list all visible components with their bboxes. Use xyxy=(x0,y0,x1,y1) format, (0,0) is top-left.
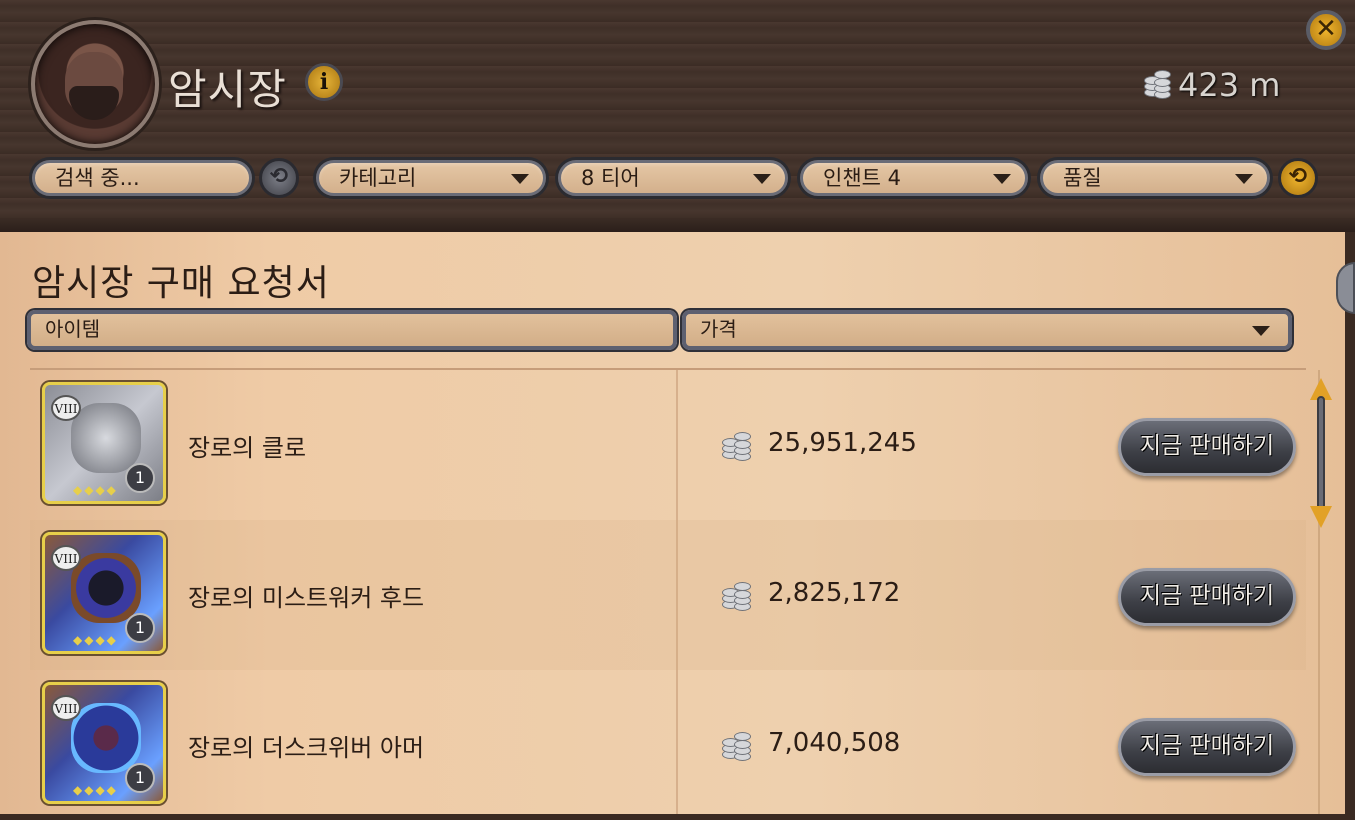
quantity-badge: 1 xyxy=(125,463,155,493)
quantity-badge: 1 xyxy=(125,763,155,793)
sort-down-icon xyxy=(1252,326,1270,336)
item-name: 장로의 더스크위버 아머 xyxy=(188,734,425,762)
claw-icon xyxy=(71,403,141,473)
silver-coins-icon xyxy=(722,578,752,612)
tier-dropdown[interactable]: 8 티어 xyxy=(558,160,788,196)
column-header-item[interactable]: 아이템 xyxy=(27,310,677,350)
currency-amount: 423 m xyxy=(1178,66,1281,104)
list-item: VIII ◆◆◆◆ 1 장로의 클로 25,951,245 지금 판매하기 xyxy=(30,370,1306,520)
chevron-down-icon xyxy=(511,174,529,184)
category-dropdown[interactable]: 카테고리 xyxy=(316,160,546,196)
item-slot[interactable]: VIII ◆◆◆◆ 1 xyxy=(42,682,166,804)
enchant-dropdown[interactable]: 인챈트 4 xyxy=(800,160,1028,196)
quantity-badge: 1 xyxy=(125,613,155,643)
close-icon[interactable]: ✕ xyxy=(1306,10,1346,50)
column-header-price-label: 가격 xyxy=(700,317,737,341)
item-slot[interactable]: VIII ◆◆◆◆ 1 xyxy=(42,532,166,654)
sell-now-button[interactable]: 지금 판매하기 xyxy=(1118,568,1296,626)
tier-badge: VIII xyxy=(51,395,81,421)
enchant-gems-icon: ◆◆◆◆ xyxy=(73,783,118,797)
chevron-down-icon xyxy=(753,174,771,184)
scroll-down-icon[interactable] xyxy=(1310,506,1332,528)
merchant-avatar xyxy=(31,20,159,148)
chevron-down-icon xyxy=(1235,174,1253,184)
reset-filters-button[interactable]: ⟲ xyxy=(1278,158,1318,198)
reset-search-button[interactable]: ⟲ xyxy=(259,158,299,198)
silver-coins-icon xyxy=(722,428,752,462)
side-collapse-tab[interactable] xyxy=(1336,262,1355,314)
item-name: 장로의 클로 xyxy=(188,434,307,462)
item-slot[interactable]: VIII ◆◆◆◆ 1 xyxy=(42,382,166,504)
quality-dropdown-label: 품질 xyxy=(1063,166,1102,190)
scroll-thumb[interactable] xyxy=(1317,396,1325,510)
enchant-gems-icon: ◆◆◆◆ xyxy=(73,483,118,497)
list-item: VIII ◆◆◆◆ 1 장로의 미스트워커 후드 2,825,172 지금 판매… xyxy=(30,520,1306,670)
armor-icon xyxy=(71,703,141,773)
section-title: 암시장 구매 요청서 xyxy=(32,263,330,304)
category-dropdown-label: 카테고리 xyxy=(339,166,417,190)
list-item: VIII ◆◆◆◆ 1 장로의 더스크위버 아머 7,040,508 지금 판매… xyxy=(30,670,1306,820)
page-title: 암시장 xyxy=(168,65,287,114)
item-name: 장로의 미스트워커 후드 xyxy=(188,584,425,612)
tier-badge: VIII xyxy=(51,545,81,571)
header: 암시장 i ✕ 423 m 검색 중... ⟲ 카테고리 8 티어 인챈트 4 … xyxy=(0,0,1355,232)
tier-badge: VIII xyxy=(51,695,81,721)
tier-dropdown-label: 8 티어 xyxy=(581,166,640,190)
info-icon[interactable]: i xyxy=(305,63,343,101)
silver-coins-icon xyxy=(722,728,752,762)
chevron-down-icon xyxy=(993,174,1011,184)
item-price: 2,825,172 xyxy=(768,578,901,608)
item-price: 7,040,508 xyxy=(768,728,901,758)
quality-dropdown[interactable]: 품질 xyxy=(1040,160,1270,196)
search-input[interactable]: 검색 중... xyxy=(32,160,252,196)
column-header-price[interactable]: 가격 xyxy=(682,310,1292,350)
scrollbar[interactable] xyxy=(1310,378,1332,528)
sell-now-button[interactable]: 지금 판매하기 xyxy=(1118,418,1296,476)
item-price: 25,951,245 xyxy=(768,428,917,458)
sell-now-button[interactable]: 지금 판매하기 xyxy=(1118,718,1296,776)
avatar-beard xyxy=(69,86,119,120)
hood-icon xyxy=(71,553,141,623)
silver-coins-icon xyxy=(1140,66,1171,100)
enchant-dropdown-label: 인챈트 4 xyxy=(823,166,901,190)
enchant-gems-icon: ◆◆◆◆ xyxy=(73,633,118,647)
